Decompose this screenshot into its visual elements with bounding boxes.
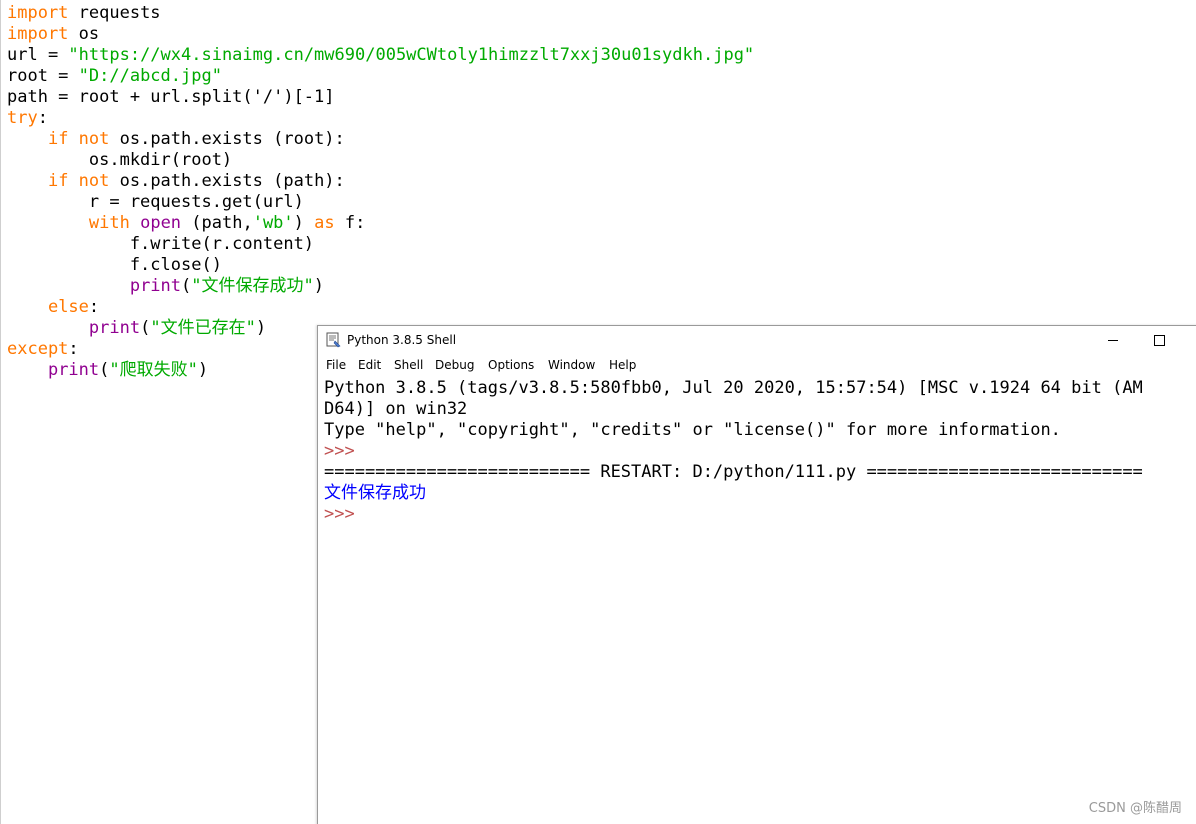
maximize-icon: [1153, 334, 1165, 346]
code-token: "爬取失败": [109, 360, 198, 380]
code-token: r = requests.get(url): [7, 192, 304, 212]
code-line: path = root + url.split('/')[-1]: [7, 87, 335, 108]
code-token: os: [68, 24, 100, 44]
shell-prompt: >>>: [324, 441, 365, 461]
code-token: open: [140, 213, 182, 233]
code-token: print: [129, 276, 182, 296]
menu-help[interactable]: Help: [609, 357, 636, 373]
code-token: root =: [7, 66, 79, 86]
code-token: "https://wx4.sinaimg.cn/mw690/005wCWtoly…: [68, 45, 755, 65]
code-token: f:: [334, 213, 366, 233]
code-token: print: [88, 318, 141, 338]
code-token: if not: [47, 171, 110, 191]
code-token: (: [140, 318, 151, 338]
shell-menu-bar: File Edit Shell Debug Options Window Hel…: [318, 354, 1196, 376]
code-token: f.close(): [7, 255, 222, 275]
code-token: (path,: [181, 213, 253, 233]
code-token: ): [313, 276, 324, 296]
code-token: "文件已存在": [150, 318, 256, 338]
code-line: print("文件已存在"): [7, 318, 266, 339]
code-token: "文件保存成功": [191, 276, 314, 296]
code-token: as: [314, 213, 335, 233]
shell-prompt[interactable]: >>>: [324, 504, 365, 525]
code-token: ): [197, 360, 209, 380]
code-token: (: [181, 276, 192, 296]
shell-banner-line-2: D64)] on win32: [324, 399, 468, 419]
shell-output-area[interactable]: Python 3.8.5 (tags/v3.8.5:580fbb0, Jul 2…: [318, 376, 1196, 824]
python-icon: [326, 332, 342, 348]
code-token: with: [88, 213, 130, 233]
code-line: f.write(r.content): [7, 234, 314, 255]
code-token: ): [255, 318, 267, 338]
code-token: if not: [47, 129, 110, 149]
shell-title-bar[interactable]: Python 3.8.5 Shell: [318, 326, 1196, 354]
code-token: requests: [68, 3, 161, 23]
code-line: if not os.path.exists (path):: [7, 171, 345, 192]
code-token: f.write(r.content): [7, 234, 315, 254]
menu-options[interactable]: Options: [488, 357, 534, 373]
shell-output-line: 文件保存成功: [324, 483, 426, 503]
code-token: os.mkdir(root): [7, 150, 233, 170]
shell-banner-line-3: Type "help", "copyright", "credits" or "…: [324, 420, 1061, 440]
code-line: import os: [7, 24, 99, 45]
code-token: url =: [7, 45, 69, 65]
code-line: print("爬取失败"): [7, 360, 208, 381]
code-token: import: [7, 24, 69, 44]
code-token: else: [47, 297, 89, 317]
code-token: path = root + url.split('/')[-1]: [7, 87, 335, 107]
code-line: import requests: [7, 3, 161, 24]
minimize-button[interactable]: [1090, 326, 1136, 354]
code-token: ): [293, 213, 315, 233]
screen: import requests import os url = "https://w…: [0, 0, 1196, 824]
code-line: try:: [7, 108, 48, 129]
code-token: try: [7, 108, 38, 128]
menu-debug[interactable]: Debug: [435, 357, 474, 373]
code-line: url = "https://wx4.sinaimg.cn/mw690/005w…: [7, 45, 754, 66]
code-line: with open (path,'wb') as f:: [7, 213, 365, 234]
menu-window[interactable]: Window: [548, 357, 595, 373]
shell-banner-line-1: Python 3.8.5 (tags/v3.8.5:580fbb0, Jul 2…: [324, 378, 1143, 398]
code-token: print: [47, 360, 100, 380]
code-token: :: [88, 297, 100, 317]
python-shell-window[interactable]: Python 3.8.5 Shell File Edit Shell Debug…: [317, 325, 1196, 824]
code-line: except:: [7, 339, 79, 360]
code-line: if not os.path.exists (root):: [7, 129, 345, 150]
code-line: root = "D://abcd.jpg": [7, 66, 222, 87]
code-token: os.path.exists (path):: [109, 171, 345, 191]
minimize-icon: [1108, 339, 1118, 341]
code-line: r = requests.get(url): [7, 192, 304, 213]
code-line: print("文件保存成功"): [7, 276, 324, 297]
code-token: "D://abcd.jpg": [78, 66, 222, 86]
menu-shell[interactable]: Shell: [394, 357, 423, 373]
maximize-button[interactable]: [1136, 326, 1182, 354]
code-token: 'wb': [252, 213, 294, 233]
menu-file[interactable]: File: [326, 357, 346, 373]
code-token: os.path.exists (root):: [109, 129, 345, 149]
code-line: f.close(): [7, 255, 222, 276]
shell-title: Python 3.8.5 Shell: [347, 333, 457, 347]
code-token: except: [7, 339, 69, 359]
shell-restart-line: ========================== RESTART: D:/p…: [324, 462, 1143, 482]
watermark: CSDN @陈醋周: [1088, 801, 1182, 816]
code-token: :: [68, 339, 79, 359]
code-token: (: [99, 360, 110, 380]
code-line: os.mkdir(root): [7, 150, 232, 171]
code-token: import: [7, 3, 69, 23]
menu-edit[interactable]: Edit: [358, 357, 381, 373]
code-token: :: [37, 108, 48, 128]
code-line: else:: [7, 297, 99, 318]
